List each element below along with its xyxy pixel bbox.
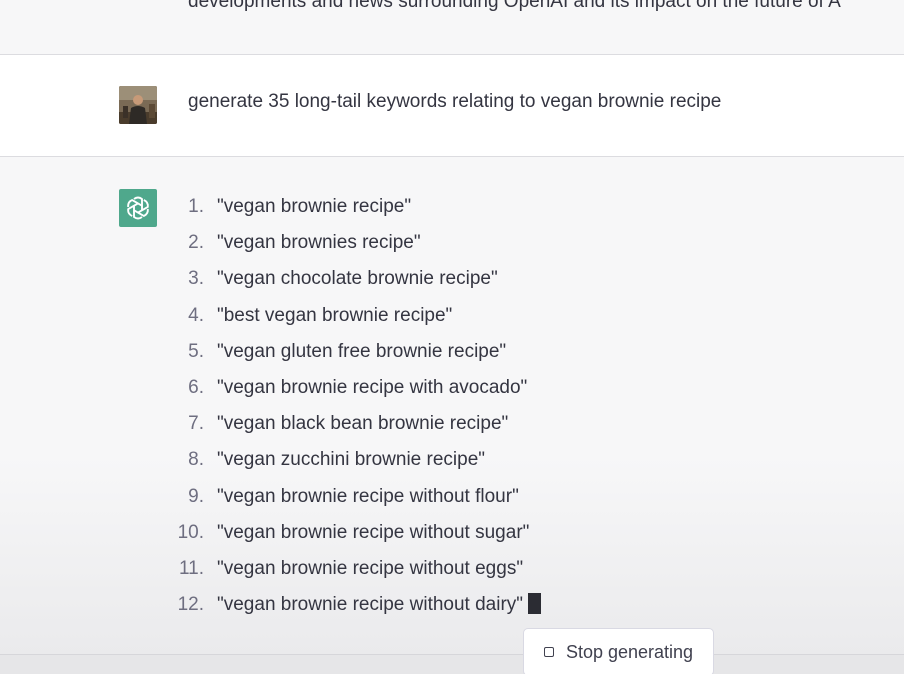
previous-message-text: developments and news surrounding OpenAI…	[188, 0, 841, 12]
stop-generating-button[interactable]: Stop generating	[523, 628, 714, 674]
list-item-text: "vegan brownie recipe without flour"	[217, 485, 519, 507]
list-item-text: "best vegan brownie recipe"	[217, 304, 453, 326]
list-item-number: 11.	[178, 557, 204, 579]
stop-generating-label: Stop generating	[565, 641, 694, 662]
user-avatar	[119, 86, 157, 124]
list-item-text: "vegan black bean brownie recipe"	[217, 413, 509, 435]
input-area	[0, 655, 904, 674]
list-item-text: "vegan brownie recipe with avocado"	[217, 376, 528, 398]
list-item-text: "vegan brownie recipe without sugar"	[217, 521, 530, 543]
list-item: 3. "vegan chocolate brownie recipe"	[160, 267, 541, 303]
list-item: 9. "vegan brownie recipe without flour"	[160, 485, 541, 521]
list-item-text: "vegan brownie recipe"	[217, 196, 412, 217]
list-item-number: 12.	[177, 594, 204, 616]
list-item: 8. "vegan zucchini brownie recipe"	[160, 448, 541, 484]
list-item: 6. "vegan brownie recipe with avocado"	[160, 376, 541, 412]
list-item: 12. "vegan brownie recipe without dairy"	[160, 593, 542, 629]
list-item: 5. "vegan gluten free brownie recipe"	[160, 340, 541, 376]
list-item-number: 10.	[177, 521, 204, 543]
list-item: 4. "best vegan brownie recipe"	[160, 304, 541, 340]
previous-assistant-message: developments and news surrounding OpenAI…	[0, 0, 904, 55]
user-message: generate 35 long-tail keywords relating …	[0, 55, 904, 157]
list-item-text: "vegan gluten free brownie recipe"	[217, 340, 507, 362]
list-item-text: "vegan brownies recipe"	[217, 232, 421, 254]
openai-logo-icon	[119, 189, 157, 227]
list-item-number: 9.	[188, 485, 204, 507]
typing-cursor	[528, 593, 542, 615]
list-item: 7. "vegan black bean brownie recipe"	[160, 412, 541, 448]
keyword-list: 1. "vegan brownie recipe" 2. "vegan browni…	[160, 195, 542, 629]
list-item-number: 6.	[188, 376, 204, 398]
user-photo-avatar-icon	[119, 86, 157, 124]
list-item-text: "vegan brownie recipe without eggs"	[217, 557, 524, 579]
openai-knot-icon	[127, 196, 149, 220]
list-item: 2. "vegan brownies recipe"	[160, 231, 541, 267]
stop-square-icon	[543, 647, 554, 657]
list-item-number: 2.	[188, 232, 204, 254]
user-prompt-text: generate 35 long-tail keywords relating …	[188, 91, 722, 112]
assistant-message: 1. "vegan brownie recipe" 2. "vegan browni…	[0, 157, 904, 674]
list-item-text: "vegan brownie recipe without dairy"	[217, 594, 524, 616]
list-item: 1. "vegan brownie recipe"	[160, 195, 541, 231]
list-item-number: 3.	[188, 268, 204, 290]
list-item: 11. "vegan brownie recipe without eggs"	[160, 557, 541, 593]
list-item-number: 4.	[188, 304, 204, 326]
list-item-text: "vegan chocolate brownie recipe"	[217, 268, 498, 290]
list-item-number: 1.	[188, 196, 204, 217]
list-item-number: 5.	[188, 340, 204, 362]
list-item-number: 7.	[188, 413, 204, 435]
list-item: 10. "vegan brownie recipe without sugar"	[160, 521, 541, 557]
list-item-number: 8.	[188, 449, 204, 471]
list-item-text: "vegan zucchini brownie recipe"	[217, 449, 486, 471]
